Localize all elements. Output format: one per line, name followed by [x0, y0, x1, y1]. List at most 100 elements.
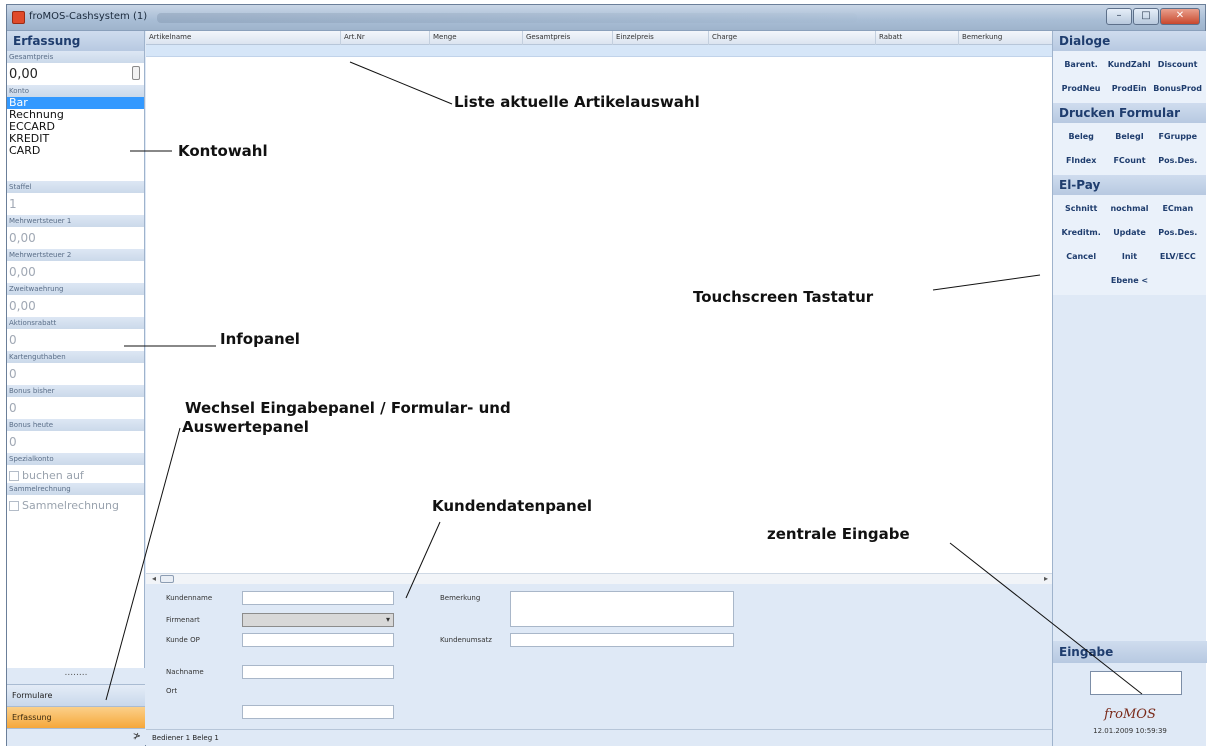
col-bemerkung[interactable]: Bemerkung	[959, 31, 1052, 45]
barent-button[interactable]: Barent.	[1057, 53, 1105, 77]
elpay-header: El-Pay	[1053, 175, 1206, 195]
mwst1-label: Mehrwertsteuer 1	[7, 215, 144, 227]
buchen-auf-checkbox[interactable]: buchen auf	[7, 465, 144, 483]
bonus-bisher-label: Bonus bisher	[7, 385, 144, 397]
firmenart-select[interactable]: ▾	[242, 613, 394, 627]
maximize-button[interactable]: □	[1133, 8, 1159, 25]
posdes-button[interactable]: Pos.Des.	[1154, 149, 1202, 173]
sammelrechnung-box[interactable]	[9, 500, 19, 511]
status-bar: Bediener 1 Beleg 1	[146, 729, 1052, 746]
fcount-button[interactable]: FCount	[1105, 149, 1153, 173]
fgruppe-button[interactable]: FGruppe	[1154, 125, 1202, 149]
kunde-op-label: Kunde OP	[166, 636, 200, 644]
col-einzelpreis[interactable]: Einzelpreis	[613, 31, 709, 45]
kreditm-button[interactable]: Kreditm.	[1057, 221, 1105, 245]
close-button[interactable]: ✕	[1160, 8, 1200, 25]
scroll-thumb[interactable]	[160, 575, 174, 583]
ebene-button[interactable]: Ebene <	[1057, 269, 1202, 293]
sammelrechnung-checkbox[interactable]: Sammelrechnung	[7, 495, 144, 513]
minimize-button[interactable]: –	[1106, 8, 1132, 25]
window-controls: – □ ✕	[1106, 8, 1200, 25]
erfassung-button[interactable]: Erfassung	[7, 706, 145, 728]
init-button[interactable]: Init	[1105, 245, 1153, 269]
erfassung-header: Erfassung	[7, 31, 144, 51]
col-menge[interactable]: Menge	[430, 31, 523, 45]
title-bar: froMOS-Cashsystem (1) – □ ✕	[7, 5, 1205, 31]
kartenguthaben-value: 0	[7, 363, 144, 385]
elpay-buttons: Schnitt nochmal ECman Kreditm. Update Po…	[1053, 195, 1206, 295]
konto-item-card[interactable]: CARD	[7, 145, 144, 157]
chevron-right-icon[interactable]: ≯	[133, 731, 141, 742]
annotation-zentrale: zentrale Eingabe	[767, 525, 910, 543]
elpay-posdes-button[interactable]: Pos.Des.	[1154, 221, 1202, 245]
aktionsrabatt-value: 0	[7, 329, 144, 351]
belegi-button[interactable]: BelegI	[1105, 125, 1153, 149]
central-input[interactable]	[1090, 671, 1182, 695]
gesamtpreis-scroll[interactable]	[132, 66, 140, 80]
elv-ecc-button[interactable]: ELV/ECC	[1154, 245, 1202, 269]
col-artnr[interactable]: Art.Nr	[341, 31, 430, 45]
prodneu-button[interactable]: ProdNeu	[1057, 77, 1105, 101]
table-row[interactable]	[146, 45, 1052, 57]
ecman-button[interactable]: ECman	[1154, 197, 1202, 221]
kunde-op-input[interactable]	[242, 633, 394, 647]
sammelrechnung-text: Sammelrechnung	[22, 499, 119, 512]
bemerkung-textarea[interactable]	[510, 591, 734, 627]
aktionsrabatt-label: Aktionsrabatt	[7, 317, 144, 329]
title-blur	[157, 13, 857, 23]
window-title: froMOS-Cashsystem (1)	[29, 11, 148, 22]
scroll-left-icon[interactable]: ◂	[152, 574, 156, 583]
staffel-label: Staffel	[7, 181, 144, 193]
scroll-right-icon[interactable]: ▸	[1044, 574, 1048, 583]
app-window: froMOS-Cashsystem (1) – □ ✕ Erfassung Ge…	[6, 4, 1207, 746]
col-charge[interactable]: Charge	[709, 31, 876, 45]
cancel-button[interactable]: Cancel	[1057, 245, 1105, 269]
mwst1-value: 0,00	[7, 227, 144, 249]
col-artikelname[interactable]: Artikelname	[146, 31, 341, 45]
drucken-header: Drucken Formular	[1053, 103, 1206, 123]
nochmal-button[interactable]: nochmal	[1105, 197, 1153, 221]
schnitt-button[interactable]: Schnitt	[1057, 197, 1105, 221]
customer-data-panel: Kundenname Firmenart ▾ Kunde OP Nachname…	[146, 584, 1052, 729]
beleg-button[interactable]: Beleg	[1057, 125, 1105, 149]
discount-button[interactable]: Discount	[1153, 53, 1202, 77]
ort-input[interactable]	[242, 705, 394, 719]
kundenumsatz-input[interactable]	[510, 633, 734, 647]
kundenname-input[interactable]	[242, 591, 394, 605]
nav-strip: ≯	[7, 728, 145, 746]
eingabe-header: Eingabe	[1053, 641, 1207, 663]
panel-switch-dots[interactable]: ........	[7, 668, 145, 684]
bonus-bisher-value: 0	[7, 397, 144, 419]
buchen-auf-box[interactable]	[9, 470, 19, 481]
dialoge-buttons: Barent. KundZahl Discount ProdNeu ProdEi…	[1053, 51, 1206, 103]
ort-label: Ort	[166, 687, 178, 695]
bonus-heute-value: 0	[7, 431, 144, 453]
firmenart-label: Firmenart	[166, 616, 200, 624]
bonusprod-button[interactable]: BonusProd	[1153, 77, 1202, 101]
formulare-button[interactable]: Formulare	[7, 684, 145, 706]
zweitwaehrung-value: 0,00	[7, 295, 144, 317]
touchscreen-keyboard: Dialoge Barent. KundZahl Discount ProdNe…	[1052, 31, 1207, 746]
annotation-kundendaten: Kundendatenpanel	[432, 497, 593, 515]
nachname-input[interactable]	[242, 665, 394, 679]
findex-button[interactable]: FIndex	[1057, 149, 1105, 173]
staffel-value: 1	[7, 193, 144, 215]
buchen-auf-text: buchen auf	[22, 469, 84, 482]
col-rabatt[interactable]: Rabatt	[876, 31, 959, 45]
col-gesamtpreis[interactable]: Gesamtpreis	[523, 31, 613, 45]
konto-list[interactable]: Bar Rechnung ECCARD KREDIT CARD	[7, 97, 144, 181]
kartenguthaben-label: Kartenguthaben	[7, 351, 144, 363]
annotation-kontowahl: Kontowahl	[178, 142, 268, 160]
app-icon	[12, 11, 25, 24]
prodein-button[interactable]: ProdEin	[1105, 77, 1153, 101]
mwst2-label: Mehrwertsteuer 2	[7, 249, 144, 261]
gesamtpreis-label: Gesamtpreis	[7, 51, 144, 63]
annotation-wechsel-1: Wechsel Eingabepanel / Formular- und	[185, 399, 511, 417]
nachname-label: Nachname	[166, 668, 204, 676]
update-button[interactable]: Update	[1105, 221, 1153, 245]
horizontal-scrollbar[interactable]: ◂ ▸	[146, 573, 1052, 584]
gesamtpreis-text: 0,00	[9, 67, 38, 82]
kundzahl-button[interactable]: KundZahl	[1105, 53, 1153, 77]
annotation-touchscreen: Touchscreen Tastatur	[693, 288, 874, 306]
dropdown-arrow-icon: ▾	[385, 615, 390, 624]
